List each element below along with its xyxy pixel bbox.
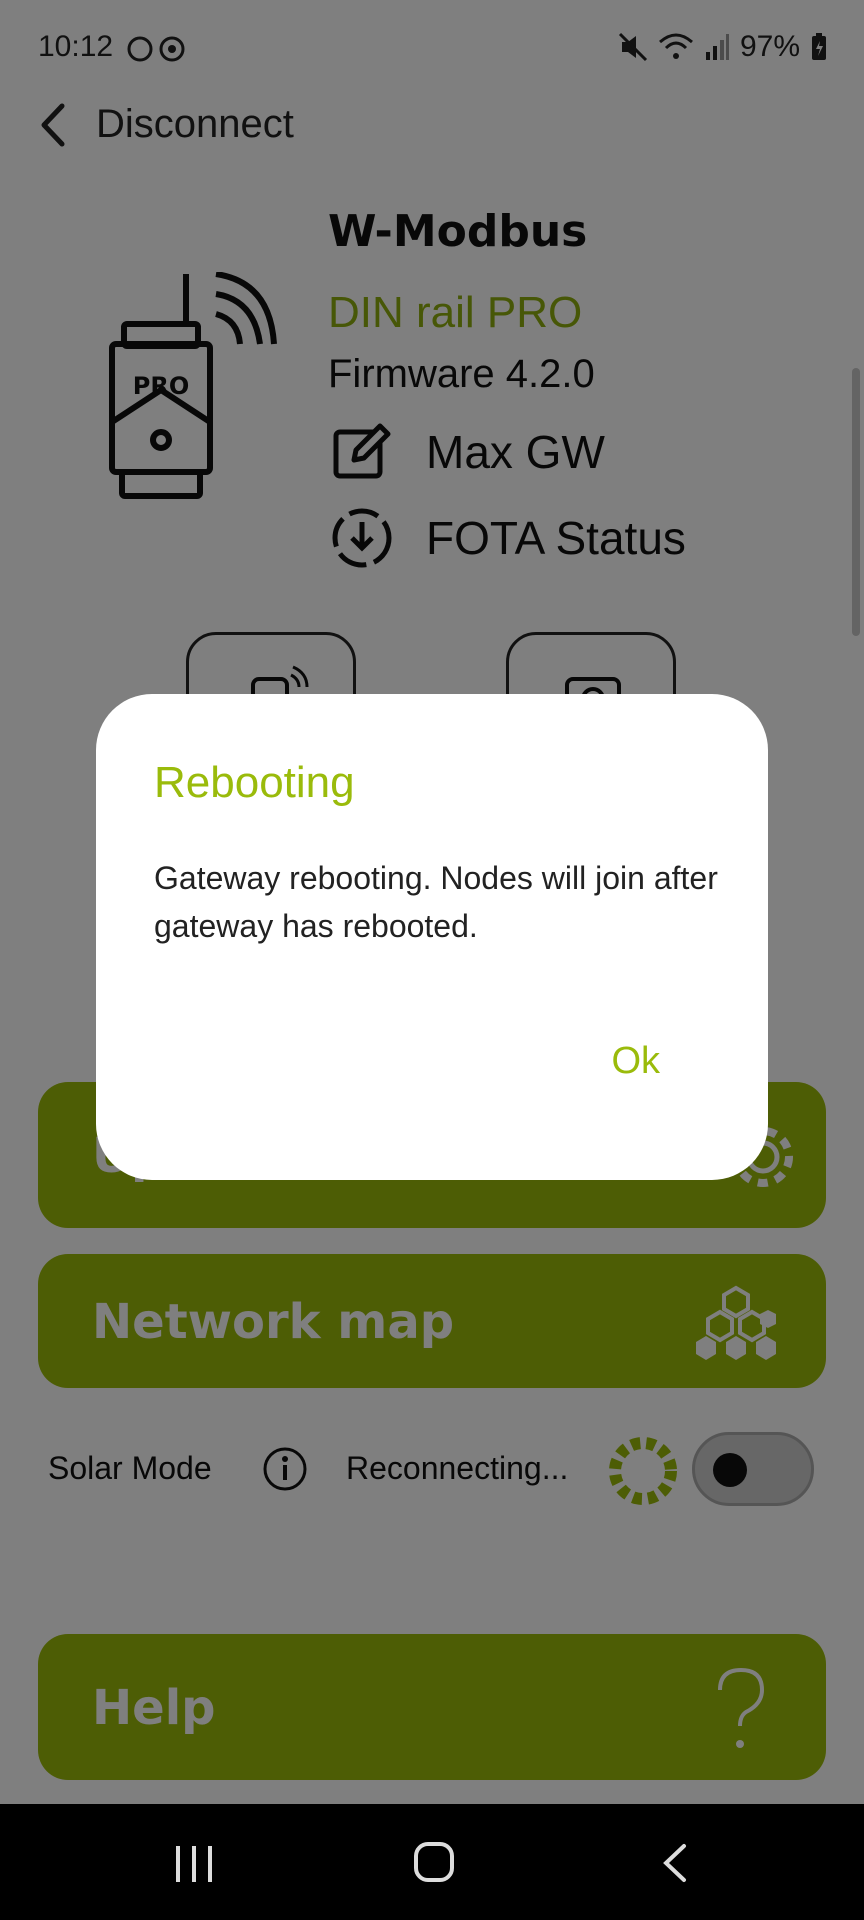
ok-button[interactable]: Ok [611,1040,660,1083]
dialog-title: Rebooting [154,758,355,807]
navigation-bar [0,1804,864,1920]
back-nav-icon[interactable] [660,1842,690,1884]
home-icon[interactable] [412,1840,456,1884]
recent-apps-icon[interactable] [172,1844,216,1884]
dialog-message: Gateway rebooting. Nodes will join after… [154,860,718,944]
rebooting-dialog: Rebooting Gateway rebooting. Nodes will … [96,694,768,1180]
